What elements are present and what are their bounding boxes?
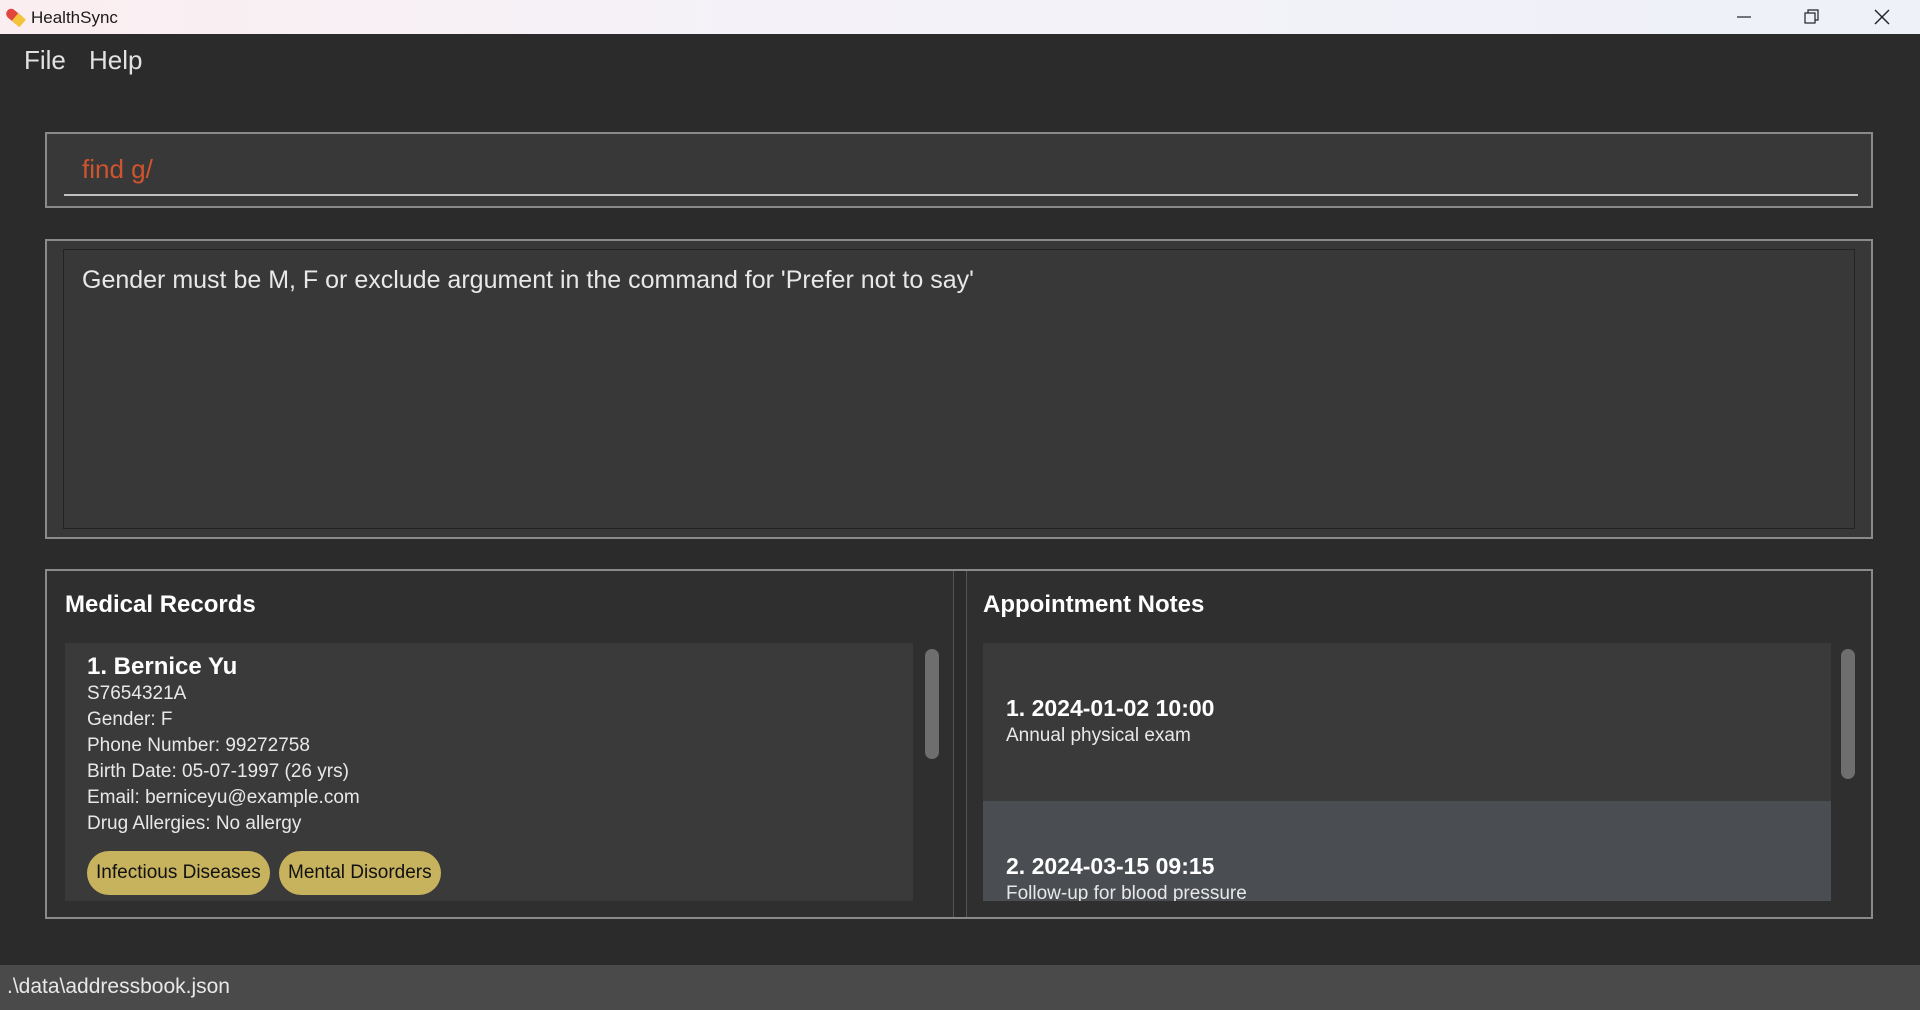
appointment-notes-list[interactable]: 1. 2024-01-02 10:00 Annual physical exam… bbox=[983, 643, 1859, 901]
patient-name: 1. Bernice Yu bbox=[87, 653, 238, 680]
patient-gender: Gender: F bbox=[87, 709, 173, 730]
pill-icon bbox=[4, 7, 26, 28]
tag-badge: Infectious Diseases bbox=[87, 851, 270, 895]
healthsync-window: HealthSync File Help Gender m bbox=[0, 0, 1920, 1010]
note-description: Annual physical exam bbox=[1006, 725, 1191, 746]
medical-records-title: Medical Records bbox=[65, 591, 256, 618]
patient-birth-date: Birth Date: 05-07-1997 (26 yrs) bbox=[87, 761, 349, 782]
minimize-icon bbox=[1737, 16, 1751, 18]
menu-help[interactable]: Help bbox=[89, 45, 142, 76]
lists-panel: Medical Records Appointment Notes 1. Ber… bbox=[45, 569, 1873, 919]
note-datetime: 1. 2024-01-02 10:00 bbox=[1006, 695, 1215, 721]
tag-badge: Mental Disorders bbox=[279, 851, 441, 895]
save-location: .\data\addressbook.json bbox=[7, 975, 230, 998]
close-icon bbox=[1874, 9, 1890, 25]
patient-email: Email: berniceyu@example.com bbox=[87, 787, 360, 808]
close-button[interactable] bbox=[1848, 0, 1916, 34]
result-display[interactable]: Gender must be M, F or exclude argument … bbox=[63, 249, 1855, 529]
result-display-frame: Gender must be M, F or exclude argument … bbox=[45, 239, 1873, 539]
command-box bbox=[45, 132, 1873, 208]
minimize-button[interactable] bbox=[1710, 0, 1778, 34]
patient-nric: S7654321A bbox=[87, 683, 187, 704]
patient-phone: Phone Number: 99272758 bbox=[87, 735, 310, 756]
note-card-selected[interactable]: 2. 2024-03-15 09:15 Follow-up for blood … bbox=[983, 801, 1831, 901]
split-pane-divider[interactable] bbox=[953, 571, 967, 917]
result-message: Gender must be M, F or exclude argument … bbox=[82, 266, 974, 294]
note-card[interactable]: 1. 2024-01-02 10:00 Annual physical exam bbox=[983, 643, 1831, 801]
window-title: HealthSync bbox=[31, 8, 118, 27]
note-datetime: 2. 2024-03-15 09:15 bbox=[1006, 853, 1215, 879]
records-scrollbar[interactable] bbox=[925, 649, 939, 759]
patient-drug-allergies: Drug Allergies: No allergy bbox=[87, 813, 302, 834]
record-card[interactable]: 1. Bernice Yu S7654321A Gender: F Phone … bbox=[65, 643, 913, 901]
menu-file[interactable]: File bbox=[24, 45, 66, 76]
command-input[interactable] bbox=[64, 144, 1858, 196]
title-bar: HealthSync bbox=[0, 0, 1920, 34]
appointment-notes-title: Appointment Notes bbox=[983, 591, 1205, 618]
restore-icon bbox=[1804, 9, 1819, 24]
medical-records-list[interactable]: 1. Bernice Yu S7654321A Gender: F Phone … bbox=[65, 643, 943, 901]
note-description: Follow-up for blood pressure bbox=[1006, 883, 1247, 901]
notes-scrollbar[interactable] bbox=[1841, 649, 1855, 779]
status-bar: .\data\addressbook.json bbox=[0, 965, 1920, 1010]
restore-button[interactable] bbox=[1778, 0, 1846, 34]
menu-bar: File Help bbox=[0, 34, 1920, 86]
